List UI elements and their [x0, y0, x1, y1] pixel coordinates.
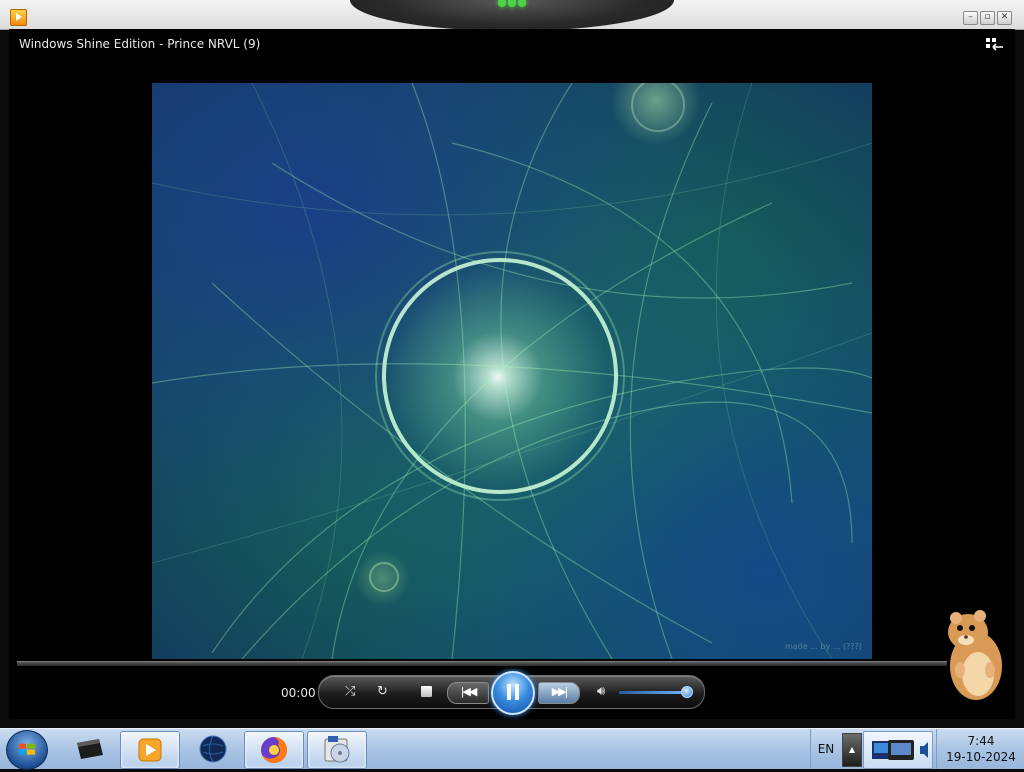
seek-bar[interactable] — [17, 661, 947, 666]
media-player-app-icon[interactable] — [10, 9, 27, 26]
video-watermark: made ... by ... (???) — [785, 642, 862, 651]
volume-slider-handle[interactable] — [681, 686, 693, 698]
taskbar-item-computer[interactable] — [60, 731, 118, 767]
disk-utility-icon — [324, 736, 350, 763]
clock-time: 7:44 — [967, 734, 995, 748]
previous-button[interactable]: |◀◀ — [447, 682, 489, 704]
taskbar-item-disk-utility[interactable] — [307, 731, 367, 769]
switch-to-library-icon[interactable] — [986, 38, 1003, 52]
windows-orb-icon — [19, 743, 35, 755]
video-light-streaks — [152, 83, 872, 659]
minimize-icon[interactable]: – — [963, 11, 978, 25]
pause-button[interactable] — [491, 671, 535, 715]
volume-slider[interactable] — [619, 691, 687, 694]
close-icon[interactable]: ✕ — [997, 11, 1012, 25]
indicator-light — [508, 0, 516, 7]
clock-date: 19-10-2024 — [946, 750, 1016, 764]
start-button[interactable] — [6, 730, 48, 770]
taskbar-item-firefox[interactable] — [244, 731, 304, 769]
next-button[interactable]: ▶▶| — [538, 682, 580, 704]
globe-icon — [199, 735, 227, 763]
indicator-light — [518, 0, 526, 7]
indicator-light — [498, 0, 506, 7]
media-player-window: Windows Shine Edition - Prince NRVL (9) — [9, 29, 1015, 719]
monitor-icon[interactable] — [888, 740, 914, 760]
language-indicator[interactable]: EN — [810, 729, 841, 769]
restore-icon[interactable]: ▫ — [980, 11, 995, 25]
taskbar-item-media-player[interactable] — [120, 731, 180, 769]
firefox-icon — [261, 737, 287, 763]
volume-icon[interactable]: 🔊︎ — [597, 685, 605, 699]
system-tray-icons — [863, 731, 933, 769]
window-title-bar: – ▫ ✕ — [0, 0, 1024, 31]
window-buttons: – ▫ ✕ — [963, 11, 1012, 25]
stop-icon[interactable] — [421, 686, 432, 697]
elapsed-time: 00:00 — [281, 686, 316, 700]
title-bar-notch — [350, 0, 674, 31]
shuffle-icon[interactable]: ⤮ — [345, 685, 355, 699]
computer-icon — [77, 739, 103, 759]
system-clock[interactable]: 7:44 19-10-2024 — [936, 729, 1024, 769]
hamster-desktop-pet[interactable] — [938, 608, 1008, 710]
show-hidden-icons-button[interactable]: ▲ — [842, 733, 862, 767]
taskbar: EN ▲ 7:44 19-10-2024 — [0, 728, 1024, 770]
video-display[interactable]: made ... by ... (???) — [152, 83, 872, 659]
now-playing-title: Windows Shine Edition - Prince NRVL (9) — [19, 37, 261, 51]
taskbar-item-globe[interactable] — [184, 731, 242, 767]
media-player-icon — [138, 738, 162, 762]
playback-controls: ⤮ ↻ |◀◀ ▶▶| 🔊︎ — [318, 671, 705, 715]
pause-icon — [507, 684, 511, 700]
tray-icons — [872, 740, 928, 760]
next-icon: ▶▶| — [551, 685, 569, 698]
previous-icon: |◀◀ — [460, 685, 478, 698]
speaker-icon[interactable] — [920, 742, 928, 758]
repeat-icon[interactable]: ↻ — [377, 685, 388, 699]
